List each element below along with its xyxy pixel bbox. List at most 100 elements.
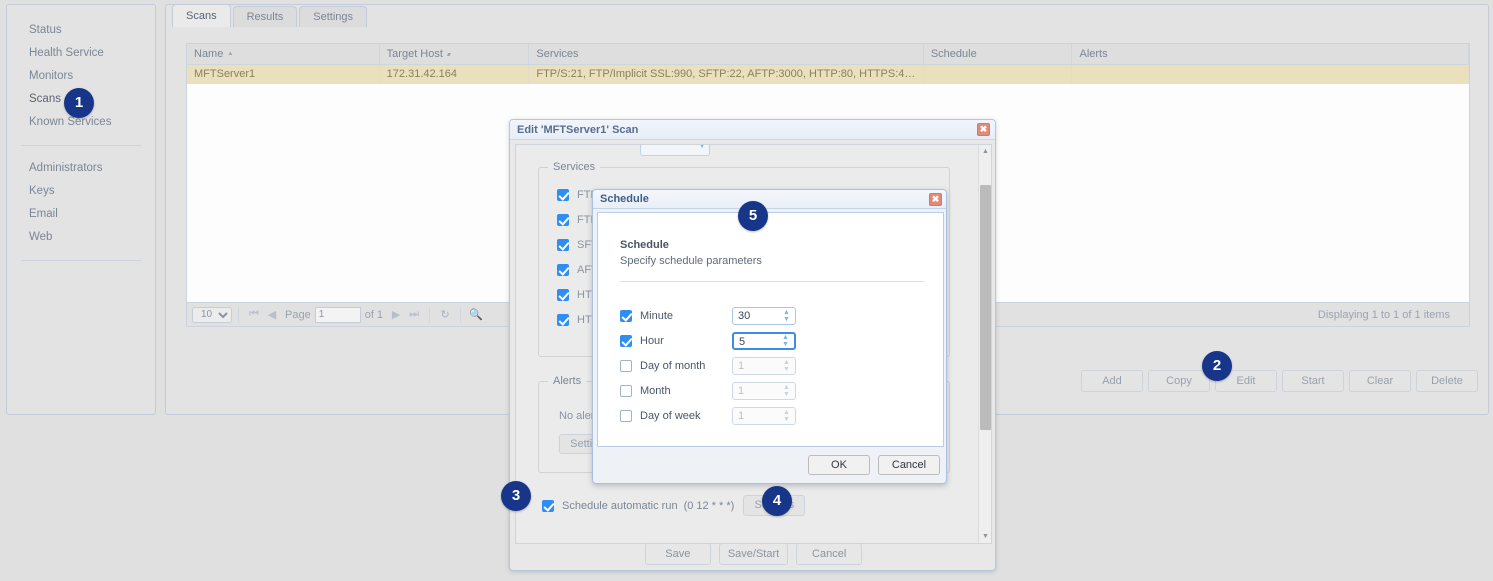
cell-target-host: 172.31.42.164: [379, 64, 530, 84]
column-header-services[interactable]: Services: [528, 44, 924, 65]
schedule-automatic-run-checkbox[interactable]: [542, 499, 554, 512]
callout-marker-2: 2: [1202, 351, 1232, 381]
last-page-icon[interactable]: ⏭: [405, 308, 423, 321]
sidebar-item-label: Scans: [29, 93, 61, 105]
checkbox-icon[interactable]: [557, 288, 569, 301]
next-page-icon[interactable]: ▶: [387, 308, 405, 321]
cancel-button[interactable]: Cancel: [796, 543, 863, 565]
sidebar-item-label: Known Services: [29, 116, 112, 128]
day-of-week-stepper[interactable]: 1 ▲ ▼: [732, 407, 796, 425]
edit-dialog-footer: Save Save/Start Cancel: [515, 543, 992, 565]
scrollbar-thumb[interactable]: [980, 185, 991, 430]
callout-marker-3: 3: [501, 481, 531, 511]
checkbox-icon[interactable]: [557, 188, 569, 201]
field-row-hour: Hour 5 ▲ ▼: [620, 330, 796, 352]
tab-results[interactable]: Results: [232, 6, 298, 27]
hour-label: Hour: [640, 335, 664, 347]
day-of-month-checkbox[interactable]: [620, 360, 632, 372]
day-of-month-stepper[interactable]: 1 ▲ ▼: [732, 357, 796, 375]
page-size-select[interactable]: 10: [192, 306, 232, 323]
cell-schedule: [923, 64, 1073, 84]
refresh-icon[interactable]: ↻: [436, 308, 454, 321]
stepper-arrows-icon[interactable]: ▲ ▼: [781, 408, 792, 424]
sidebar-item-administrators[interactable]: Administrators: [7, 157, 155, 180]
schedule-automatic-run-label: Schedule automatic run: [562, 499, 678, 512]
hour-checkbox[interactable]: [620, 335, 632, 347]
previous-page-icon[interactable]: ◀: [263, 308, 281, 321]
scroll-down-icon[interactable]: ▼: [979, 530, 991, 543]
sidebar-item-label: Web: [29, 231, 53, 243]
schedule-dialog-title: Schedule: [600, 193, 649, 205]
tab-settings[interactable]: Settings: [299, 6, 368, 27]
minute-checkbox[interactable]: [620, 310, 632, 322]
sidebar-item-web[interactable]: Web: [7, 226, 155, 249]
scroll-up-icon[interactable]: ▲: [979, 145, 991, 158]
checkbox-icon[interactable]: [557, 263, 569, 276]
stepper-arrows-icon[interactable]: ▲ ▼: [781, 358, 792, 374]
edit-dialog-titlebar[interactable]: Edit 'MFTServer1' Scan ✖: [510, 120, 995, 140]
day-of-week-checkbox[interactable]: [620, 410, 632, 422]
column-header-name[interactable]: Name: [187, 44, 380, 65]
tab-label: Settings: [313, 11, 354, 23]
column-header-target-host[interactable]: Target Host: [379, 44, 530, 65]
tab-scans[interactable]: Scans: [172, 4, 231, 27]
table-row[interactable]: MFTServer1 172.31.42.164 FTP/S:21, FTP/I…: [187, 64, 1469, 84]
close-icon[interactable]: ✖: [929, 192, 942, 206]
minute-stepper[interactable]: 30 ▲ ▼: [732, 307, 796, 325]
month-value: 1: [738, 385, 745, 397]
sidebar-divider-2: [21, 260, 141, 261]
search-icon[interactable]: 🔍: [467, 308, 485, 321]
sidebar-item-health-service[interactable]: Health Service: [7, 42, 155, 65]
sidebar-item-keys[interactable]: Keys: [7, 180, 155, 203]
ok-button[interactable]: OK: [808, 455, 870, 475]
day-of-week-label: Day of week: [640, 410, 701, 422]
stepper-arrows-icon[interactable]: ▲ ▼: [781, 308, 792, 324]
month-checkbox[interactable]: [620, 385, 632, 397]
scan-type-dropdown[interactable]: ▼: [640, 144, 710, 156]
edit-dialog-scrollbar[interactable]: ▲ ▼: [978, 145, 991, 543]
column-label: Name: [194, 48, 233, 60]
sidebar-item-status[interactable]: Status: [7, 19, 155, 42]
stepper-arrows-icon[interactable]: ▲ ▼: [780, 334, 791, 348]
start-button[interactable]: Start: [1282, 370, 1344, 392]
add-button[interactable]: Add: [1081, 370, 1143, 392]
column-header-schedule[interactable]: Schedule: [923, 44, 1073, 65]
field-row-minute: Minute 30 ▲ ▼: [620, 305, 796, 327]
page-input[interactable]: [314, 306, 361, 323]
chevron-down-icon: ▼: [698, 144, 706, 150]
tab-label: Scans: [186, 10, 217, 22]
cell-services: FTP/S:21, FTP/Implicit SSL:990, SFTP:22,…: [528, 64, 924, 84]
sidebar-item-monitors[interactable]: Monitors: [7, 65, 155, 88]
column-label: Schedule: [930, 48, 977, 60]
callout-marker-5: 5: [738, 201, 768, 231]
first-page-icon[interactable]: ⏮: [245, 308, 263, 321]
alerts-legend: Alerts: [548, 375, 587, 387]
copy-button[interactable]: Copy: [1148, 370, 1210, 392]
pager-divider: [460, 306, 462, 323]
callout-marker-1: 1: [64, 88, 94, 118]
day-of-week-value: 1: [738, 410, 745, 422]
checkbox-icon[interactable]: [557, 213, 569, 226]
save-start-button[interactable]: Save/Start: [718, 543, 789, 565]
day-of-month-value: 1: [738, 360, 745, 372]
schedule-dialog-titlebar[interactable]: Schedule ✖: [593, 190, 946, 209]
sidebar-item-label: Health Service: [29, 47, 104, 59]
day-of-month-label: Day of month: [640, 360, 706, 372]
tab-strip: Scans Results Settings: [166, 1, 369, 27]
checkbox-icon[interactable]: [557, 313, 569, 326]
delete-button[interactable]: Delete: [1416, 370, 1478, 392]
month-label: Month: [640, 385, 671, 397]
schedule-dialog-body: Schedule Specify schedule parameters Min…: [597, 212, 944, 447]
sidebar-item-label: Administrators: [29, 162, 103, 174]
clear-button[interactable]: Clear: [1349, 370, 1411, 392]
cancel-button[interactable]: Cancel: [878, 455, 940, 475]
save-button[interactable]: Save: [644, 543, 711, 565]
stepper-arrows-icon[interactable]: ▲ ▼: [781, 383, 792, 399]
checkbox-icon[interactable]: [557, 238, 569, 251]
month-stepper[interactable]: 1 ▲ ▼: [732, 382, 796, 400]
pager-divider: [429, 306, 431, 323]
close-icon[interactable]: ✖: [977, 123, 990, 136]
sidebar-item-email[interactable]: Email: [7, 203, 155, 226]
column-header-alerts[interactable]: Alerts: [1071, 44, 1469, 65]
hour-stepper[interactable]: 5 ▲ ▼: [732, 332, 796, 350]
